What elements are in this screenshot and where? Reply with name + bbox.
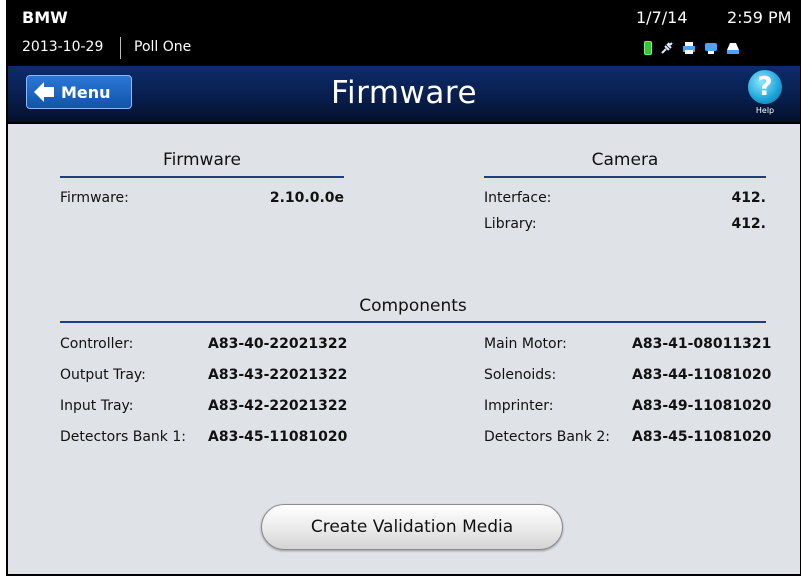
component-label: Input Tray: xyxy=(60,398,134,414)
firmware-section-rule xyxy=(60,176,344,178)
device-screen: BMW 2013-10-29 Poll One 1/7/14 2:59 PM M… xyxy=(6,0,801,576)
firmware-value: 2.10.0.0e xyxy=(269,190,344,206)
component-label: Solenoids: xyxy=(484,367,557,383)
camera-section-rule xyxy=(484,176,766,178)
network-icon xyxy=(705,43,717,54)
poll-name: Poll One xyxy=(134,39,192,55)
title-bar: Menu Firmware ? Help xyxy=(8,66,800,124)
help-icon: ? xyxy=(748,70,782,104)
create-validation-media-button[interactable]: Create Validation Media xyxy=(261,504,563,550)
camera-interface-value: 412. xyxy=(731,190,766,206)
firmware-label: Firmware: xyxy=(60,190,129,206)
camera-section-title: Camera xyxy=(591,150,659,170)
component-value: A83-43-22021322 xyxy=(208,367,348,383)
printer-icon xyxy=(683,42,695,54)
status-icons xyxy=(644,41,740,55)
election-date: 2013-10-29 xyxy=(22,39,104,55)
component-label: Imprinter: xyxy=(484,398,554,414)
components-section-title: Components xyxy=(359,296,467,316)
camera-library-value: 412. xyxy=(731,216,766,232)
component-value: A83-40-22021322 xyxy=(208,336,348,352)
scanner-icon xyxy=(727,43,739,54)
component-value: A83-44-11081020 xyxy=(632,367,772,383)
help-button[interactable]: ? Help xyxy=(744,70,786,120)
plug-icon xyxy=(661,42,673,54)
component-value: A83-45-11081020 xyxy=(632,429,772,445)
current-date: 1/7/14 xyxy=(636,8,688,27)
status-divider xyxy=(120,37,121,59)
firmware-section-title: Firmware xyxy=(163,150,241,170)
component-value: A83-42-22021322 xyxy=(208,398,348,414)
status-bar: BMW 2013-10-29 Poll One 1/7/14 2:59 PM xyxy=(8,0,800,66)
page-title: Firmware xyxy=(330,75,478,111)
component-value: A83-49-11081020 xyxy=(632,398,772,414)
component-value: A83-41-08011321 xyxy=(632,336,772,352)
component-label: Detectors Bank 2: xyxy=(484,429,610,445)
camera-library-label: Library: xyxy=(484,216,537,232)
camera-interface-label: Interface: xyxy=(484,190,552,206)
component-value: A83-45-11081020 xyxy=(208,429,348,445)
current-time: 2:59 PM xyxy=(727,8,792,27)
component-label: Output Tray: xyxy=(60,367,146,383)
component-label: Controller: xyxy=(60,336,134,352)
app-name: BMW xyxy=(22,8,68,27)
help-label: Help xyxy=(755,106,775,115)
battery-icon xyxy=(644,41,652,55)
component-label: Main Motor: xyxy=(484,336,567,352)
component-label: Detectors Bank 1: xyxy=(60,429,186,445)
components-section-rule xyxy=(60,321,766,323)
